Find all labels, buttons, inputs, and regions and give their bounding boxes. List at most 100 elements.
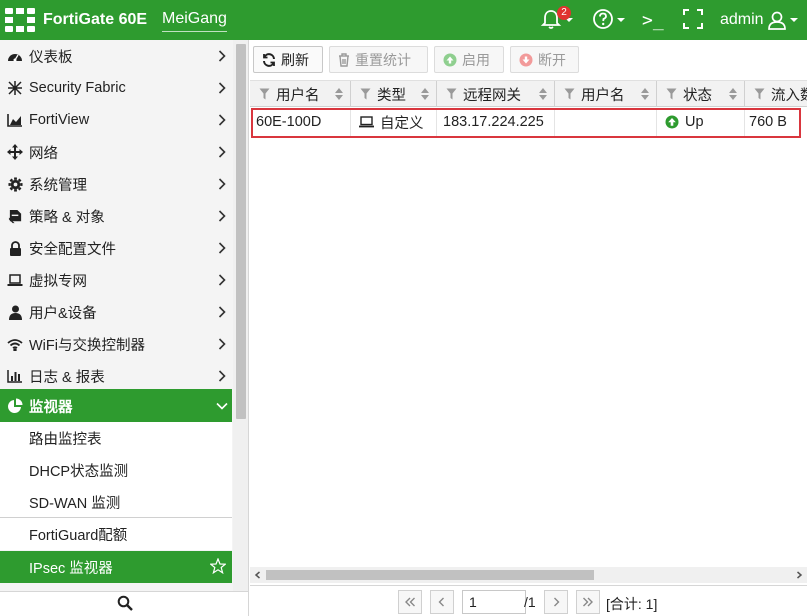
column-header-status[interactable]: 状态 (657, 81, 745, 107)
filter-icon[interactable] (564, 88, 575, 100)
table-row[interactable]: 60E-100D 自定义 183.17.224.225 Up 760 B (250, 108, 807, 136)
chevron-down-icon (789, 18, 798, 22)
previous-page-button[interactable] (430, 590, 454, 614)
sort-icon[interactable] (335, 88, 343, 100)
sort-icon[interactable] (729, 88, 737, 100)
cell-type-label: 自定义 (380, 115, 424, 132)
cli-console-button[interactable]: >_ (642, 6, 668, 34)
sidebar-sub-ipsec-monitor[interactable]: IPsec 监视器 (0, 551, 232, 583)
sidebar-item-fortiview[interactable]: FortiView (0, 104, 232, 136)
sidebar-item-system[interactable]: 系统管理 (0, 168, 232, 200)
sidebar-sub-dhcp-monitor[interactable]: DHCP状态监测 (0, 454, 232, 486)
arrow-down-circle-icon (519, 53, 533, 67)
cell-username (555, 108, 657, 136)
notification-badge: 2 (557, 6, 571, 20)
sort-icon[interactable] (641, 88, 649, 100)
sidebar-search-button[interactable] (0, 591, 248, 616)
sidebar-sub-sdwan-monitor[interactable]: SD-WAN 监测 (0, 486, 232, 518)
sidebar-item-network[interactable]: 网络 (0, 136, 232, 168)
sidebar-scrollbar[interactable] (233, 40, 248, 591)
refresh-label: 刷新 (281, 51, 309, 68)
scroll-left-arrow-icon[interactable] (250, 567, 266, 583)
sidebar-item-user-device[interactable]: 用户&设备 (0, 296, 232, 328)
filter-icon[interactable] (259, 88, 270, 100)
fullscreen-button[interactable] (682, 6, 706, 34)
favorite-star-icon[interactable] (209, 557, 227, 578)
sidebar-sub-fortiguard-quota[interactable]: FortiGuard配额 (0, 518, 232, 550)
sidebar-item-security-profiles[interactable]: 安全配置文件 (0, 232, 232, 264)
filter-icon[interactable] (666, 88, 677, 100)
page-number-input[interactable]: 1 (462, 590, 526, 614)
product-name: FortiGate 60E (43, 11, 148, 28)
refresh-icon (262, 52, 276, 67)
sidebar-sub-label: IPsec 监视器 (29, 560, 113, 577)
cell-status: Up (657, 108, 745, 136)
sidebar-sub-routing-monitor[interactable]: 路由监控表 (0, 422, 232, 454)
user-icon (767, 10, 787, 30)
laptop-icon (359, 116, 374, 128)
chevron-left-icon (438, 595, 446, 610)
record-count-label: [合计: 1] (606, 596, 658, 612)
scrollbar-thumb[interactable] (236, 44, 246, 419)
disconnect-button[interactable]: 断开 (510, 46, 579, 73)
cell-name: 60E-100D (250, 108, 351, 136)
chevron-right-icon (212, 370, 232, 382)
reset-statistics-button[interactable]: 重置统计 (329, 46, 428, 73)
sidebar-item-vpn[interactable]: 虚拟专网 (0, 264, 232, 296)
column-header-username[interactable]: 用户名 (555, 81, 657, 107)
column-header-name[interactable]: 用户名 (250, 81, 351, 107)
sort-icon[interactable] (421, 88, 429, 100)
main-content: 刷新 重置统计 启用 断开 用户名 类型 远程网关 用户名 状态 流入 60E-… (250, 40, 807, 616)
notifications-button[interactable]: 2 (540, 6, 576, 34)
status-label: Up (685, 114, 704, 130)
disconnect-label: 断开 (538, 51, 566, 68)
column-header-type[interactable]: 类型 (351, 81, 437, 107)
hostname-link[interactable]: MeiGang (162, 9, 227, 32)
table-header: 用户名 类型 远程网关 用户名 状态 流入数 (250, 80, 807, 107)
chevron-down-icon (617, 18, 625, 22)
double-chevron-right-icon (582, 595, 594, 610)
column-header-remote-gateway[interactable]: 远程网关 (437, 81, 555, 107)
scroll-right-arrow-icon[interactable] (791, 567, 807, 583)
horizontal-scrollbar[interactable] (250, 567, 807, 583)
refresh-button[interactable]: 刷新 (253, 46, 323, 73)
bar-chart-icon (6, 368, 24, 384)
sidebar-item-dashboard[interactable]: 仪表板 (0, 40, 232, 72)
enable-label: 启用 (462, 51, 490, 68)
sidebar-item-log-report[interactable]: 日志 & 报表 (0, 360, 232, 392)
first-page-button[interactable] (398, 590, 422, 614)
chevron-right-icon (552, 595, 560, 610)
network-icon (6, 144, 24, 160)
last-page-button[interactable] (576, 590, 600, 614)
trash-icon (338, 52, 350, 67)
laptop-icon (6, 272, 24, 288)
sidebar-item-policy-objects[interactable]: 策略 & 对象 (0, 200, 232, 232)
help-icon (592, 8, 614, 33)
filter-icon[interactable] (360, 88, 371, 100)
double-chevron-left-icon (404, 595, 416, 610)
scrollbar-thumb[interactable] (266, 570, 594, 580)
sidebar-item-security-fabric[interactable]: Security Fabric (0, 72, 232, 104)
sort-icon[interactable] (539, 88, 547, 100)
fabric-icon (6, 80, 24, 96)
enable-button[interactable]: 启用 (434, 46, 504, 73)
sidebar-item-wifi-switch[interactable]: WiFi与交换控制器 (0, 328, 232, 360)
chevron-right-icon (212, 146, 232, 158)
chevron-right-icon (212, 114, 232, 126)
next-page-button[interactable] (544, 590, 568, 614)
chevron-right-icon (212, 274, 232, 286)
status-up-icon (665, 115, 679, 129)
reset-statistics-label: 重置统计 (355, 51, 411, 68)
lock-icon (6, 240, 24, 256)
filter-icon[interactable] (754, 88, 765, 100)
chevron-right-icon (212, 210, 232, 222)
cell-type: 自定义 (351, 108, 437, 136)
dashboard-icon (6, 48, 24, 64)
arrow-up-circle-icon (443, 53, 457, 67)
filter-icon[interactable] (446, 88, 457, 100)
column-header-incoming[interactable]: 流入数 (745, 81, 807, 107)
sidebar-item-monitor[interactable]: 监视器 (0, 389, 232, 423)
chart-icon (6, 112, 24, 128)
help-button[interactable] (592, 6, 632, 34)
user-menu[interactable]: admin (720, 6, 804, 34)
